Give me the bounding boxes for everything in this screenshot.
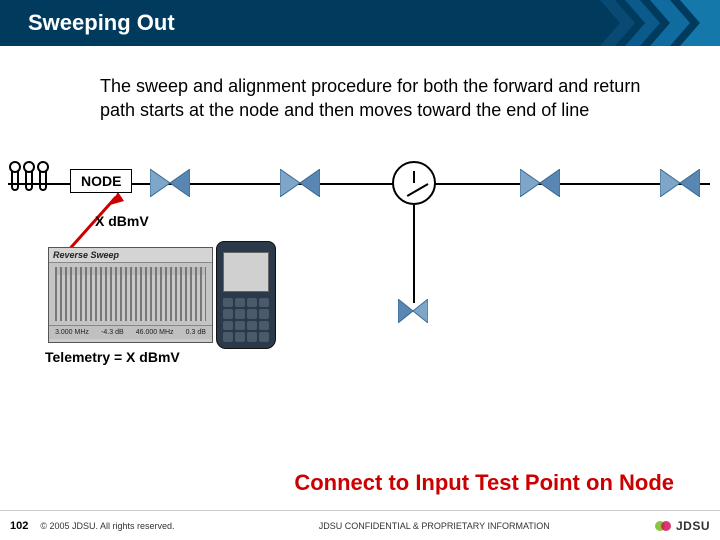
network-diagram: NODE X dBmV Reverse Sweep 3.000 MHz -4.3… (0, 153, 720, 373)
jdsu-logo: JDSU (654, 517, 710, 535)
title-bar: Sweeping Out (0, 0, 720, 46)
copyright: © 2005 JDSU. All rights reserved. (40, 521, 174, 531)
drop-amplifier-icon (398, 299, 428, 323)
logo-icon (654, 517, 672, 535)
footer-val: 0.3 dB (186, 329, 206, 336)
footer-val: -4.3 dB (101, 329, 124, 336)
node-label: NODE (70, 169, 132, 193)
callout-text: Connect to Input Test Point on Node (294, 470, 674, 496)
tap-icon (392, 161, 436, 205)
screenshot-title: Reverse Sweep (49, 248, 212, 263)
footer-val: 46.000 MHz (136, 329, 174, 336)
screenshot-footer: 3.000 MHz -4.3 dB 46.000 MHz 0.3 dB (49, 325, 212, 339)
footer-val: 3.000 MHz (55, 329, 89, 336)
page-title: Sweeping Out (28, 10, 175, 36)
confidential-notice: JDSU CONFIDENTIAL & PROPRIETARY INFORMAT… (215, 521, 654, 531)
x-dbmv-label: X dBmV (95, 213, 149, 229)
headend-icon (6, 161, 48, 196)
sweep-screenshot: Reverse Sweep 3.000 MHz -4.3 dB 46.000 M… (48, 247, 213, 343)
page-number: 102 (10, 520, 28, 532)
body-paragraph: The sweep and alignment procedure for bo… (100, 74, 670, 123)
amplifier-icon (280, 169, 320, 197)
amplifier-icon (520, 169, 560, 197)
field-meter-icon (216, 241, 276, 349)
slide-footer: 102 © 2005 JDSU. All rights reserved. JD… (0, 510, 720, 540)
title-chevrons (600, 0, 720, 46)
amplifier-icon (660, 169, 700, 197)
telemetry-label: Telemetry = X dBmV (45, 349, 180, 365)
logo-text: JDSU (676, 519, 710, 533)
drop-cable (413, 205, 415, 303)
